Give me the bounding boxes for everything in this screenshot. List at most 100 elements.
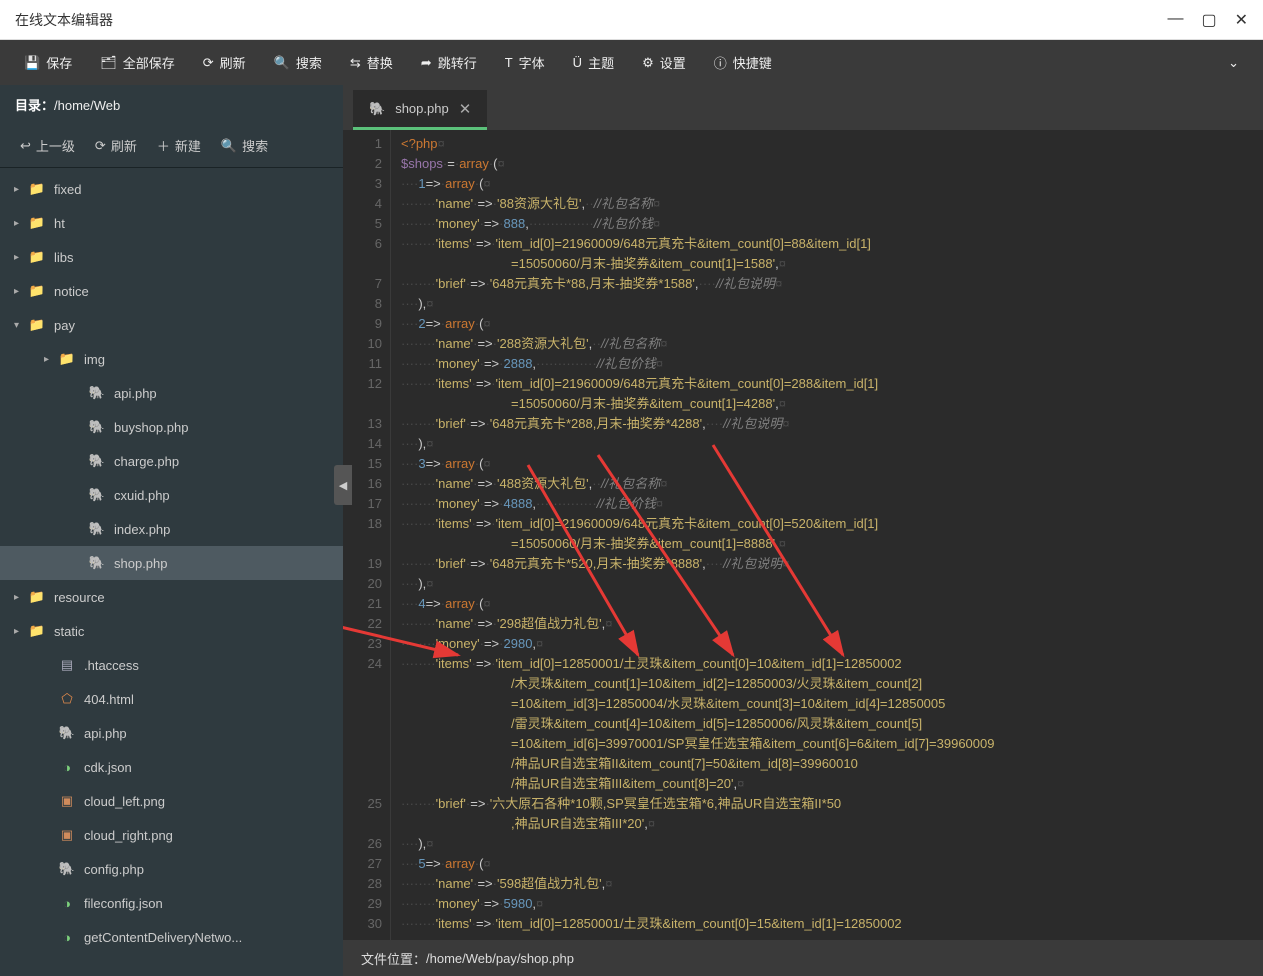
tree-item-api.php[interactable]: 🐘 api.php [0, 716, 343, 750]
close-icon[interactable]: ✕ [1235, 10, 1248, 30]
tree-item-label: pay [54, 318, 75, 333]
tree-item-cloud_right.png[interactable]: ▣cloud_right.png [0, 818, 343, 852]
folder-icon: 📁 [28, 215, 46, 231]
window-controls: — ▢ ✕ [1167, 10, 1248, 30]
tree-item-label: api.php [84, 726, 127, 741]
file-tree[interactable]: ▸📁fixed▸📁ht▸📁libs▸📁notice▾📁pay▸📁img🐘api.… [0, 168, 343, 976]
tree-item-label: charge.php [114, 454, 179, 469]
tree-item-label: notice [54, 284, 89, 299]
line-gutter: 1234567891011121314151617181920212223242… [343, 130, 391, 940]
up-button[interactable]: ↩上一级 [10, 132, 85, 159]
tree-item-static[interactable]: ▸📁static [0, 614, 343, 648]
php-icon: 🐘 [88, 521, 106, 537]
replace-icon: ⇆ [350, 55, 361, 71]
search-button[interactable]: 🔍搜索 [260, 40, 336, 85]
folder-icon: 📁 [28, 181, 46, 197]
tree-item-img[interactable]: ▸📁img [0, 342, 343, 376]
chevron-icon: ▸ [14, 218, 28, 229]
refresh-button[interactable]: ⟳刷新 [189, 40, 260, 85]
tree-item-label: .htaccess [84, 658, 139, 673]
chevron-icon: ▸ [14, 286, 28, 297]
maximize-icon[interactable]: ▢ [1201, 10, 1216, 30]
new-button[interactable]: ＋ 新建 [147, 132, 211, 159]
tree-item-cdk.json[interactable]: ◑cdk.json [0, 750, 343, 784]
tree-item-label: fileconfig.json [84, 896, 163, 911]
theme-icon: Ü [573, 55, 582, 70]
sidebar-search-button[interactable]: 🔍搜索 [211, 132, 278, 159]
tree-item-label: shop.php [114, 556, 168, 571]
new-label: 新建 [175, 136, 201, 155]
folder-icon: 📁 [28, 589, 46, 605]
shortcuts-button[interactable]: ⓘ快捷键 [700, 40, 786, 85]
settings-label: 设置 [660, 53, 686, 72]
theme-button[interactable]: Ü主题 [559, 40, 628, 85]
tree-item-pay[interactable]: ▾📁pay [0, 308, 343, 342]
tree-item-label: cloud_left.png [84, 794, 165, 809]
close-tab-icon[interactable]: ✕ [459, 100, 472, 118]
php-icon: 🐘 [88, 487, 106, 503]
plus-icon: ＋ [157, 136, 170, 155]
font-label: 字体 [519, 53, 545, 72]
tree-item-label: getContentDeliveryNetwo... [84, 930, 242, 945]
font-button[interactable]: T字体 [491, 40, 559, 85]
tree-item-ht[interactable]: ▸📁ht [0, 206, 343, 240]
goto-icon: ➦ [421, 55, 432, 71]
tree-item-404.html[interactable]: ⬠404.html [0, 682, 343, 716]
statusbar: 文件位置： /home/Web/pay/shop.php [343, 940, 1263, 976]
goto-button[interactable]: ➦ 跳转行 [407, 40, 491, 85]
folder-icon: 📁 [28, 623, 46, 639]
settings-button[interactable]: ⚙设置 [628, 40, 700, 85]
statusbar-path: /home/Web/pay/shop.php [426, 951, 574, 966]
collapse-sidebar-button[interactable]: ◀ [334, 465, 352, 505]
code-editor[interactable]: 1234567891011121314151617181920212223242… [343, 130, 1263, 940]
chevron-icon: ▸ [14, 184, 28, 195]
tree-item-.htaccess[interactable]: ▤.htaccess [0, 648, 343, 682]
json-icon: ◑ [58, 760, 76, 775]
tree-item-libs[interactable]: ▸📁libs [0, 240, 343, 274]
tree-item-cxuid.php[interactable]: 🐘 cxuid.php [0, 478, 343, 512]
refresh-icon: ⟳ [95, 138, 106, 154]
tree-item-config.php[interactable]: 🐘config.php [0, 852, 343, 886]
tree-item-resource[interactable]: ▸📁 resource [0, 580, 343, 614]
tab-label: shop.php [395, 101, 449, 116]
save-all-icon: 🗂 [100, 55, 117, 71]
php-icon: 🐘 [58, 861, 76, 877]
replace-button[interactable]: ⇆替换 [336, 40, 407, 85]
tree-item-charge.php[interactable]: 🐘charge.php [0, 444, 343, 478]
elephant-icon: 🐘 [369, 101, 385, 117]
toolbar-overflow[interactable]: ⌄ [1214, 55, 1253, 71]
titlebar: 在线文本编辑器 — ▢ ✕ [0, 0, 1263, 40]
save-button[interactable]: 💾保存 [10, 40, 86, 85]
tree-item-shop.php[interactable]: 🐘shop.php [0, 546, 343, 580]
folder-icon: 📁 [28, 317, 46, 333]
directory-path: 目录：/home/Web [0, 85, 343, 124]
chevron-icon: ▸ [14, 626, 28, 637]
tab-shop-php[interactable]: 🐘 shop.php ✕ [353, 90, 487, 130]
tree-item-fixed[interactable]: ▸📁fixed [0, 172, 343, 206]
tree-item-label: cxuid.php [114, 488, 170, 503]
refresh-label: 刷新 [220, 53, 246, 72]
chevron-icon: ▸ [14, 592, 28, 603]
tree-item-fileconfig.json[interactable]: ◑ fileconfig.json [0, 886, 343, 920]
up-label: 上一级 [36, 136, 75, 155]
tree-item-label: 404.html [84, 692, 134, 707]
save-all-button[interactable]: 🗂 全部保存 [86, 40, 189, 85]
php-icon: 🐘 [88, 385, 106, 401]
minimize-icon[interactable]: — [1167, 10, 1183, 30]
tree-item-notice[interactable]: ▸📁notice [0, 274, 343, 308]
code-content[interactable]: <?php¤$shops·=·array·(¤····1=>·array·(¤·… [391, 130, 1263, 940]
tree-item-label: resource [54, 590, 105, 605]
php-icon: 🐘 [58, 725, 76, 741]
save-all-label: 全部保存 [123, 53, 175, 72]
goto-label: 跳转行 [438, 53, 477, 72]
tree-item-cloud_left.png[interactable]: ▣ cloud_left.png [0, 784, 343, 818]
tree-item-getContentDeliveryNetwo...[interactable]: ◑ getContentDeliveryNetwo... [0, 920, 343, 954]
json-icon: ◑ [58, 930, 76, 945]
img-icon: ▣ [58, 793, 76, 809]
json-icon: ◑ [58, 896, 76, 911]
tree-item-api.php[interactable]: 🐘api.php [0, 376, 343, 410]
img-icon: ▣ [58, 827, 76, 843]
sidebar-refresh-button[interactable]: ⟳刷新 [85, 132, 147, 159]
tree-item-buyshop.php[interactable]: 🐘buyshop.php [0, 410, 343, 444]
tree-item-index.php[interactable]: 🐘index.php [0, 512, 343, 546]
